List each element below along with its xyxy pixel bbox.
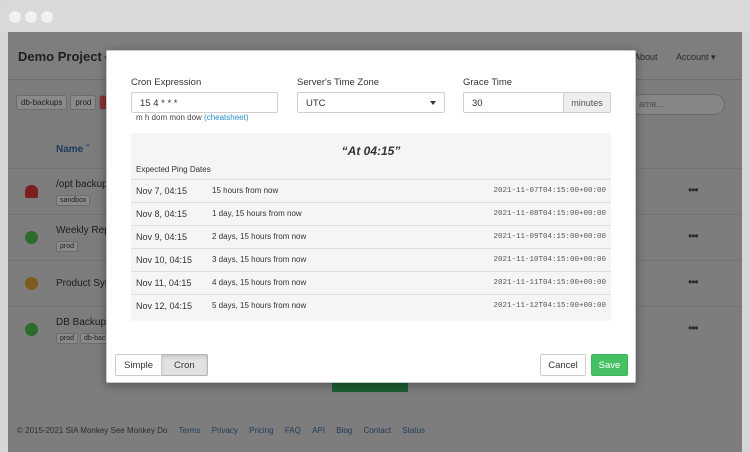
cron-hint: m h dom mon dow (cheatsheet) <box>136 113 249 122</box>
footer-copyright: © 2015-2021 SIA Monkey See Monkey Do <box>17 426 168 435</box>
ping-iso: 2021-11-09T04:15:00+00:00 <box>493 233 606 241</box>
caret-down-icon <box>430 101 436 105</box>
nav-about-link[interactable]: About <box>634 52 658 62</box>
ping-iso: 2021-11-08T04:15:00+00:00 <box>493 210 606 218</box>
more-options-icon[interactable]: ••• <box>688 183 699 197</box>
footer-link[interactable]: Pricing <box>249 426 273 435</box>
project-name: Demo Project <box>18 49 102 64</box>
window-minimize-dot[interactable] <box>25 11 37 23</box>
ping-date: Nov 12, 04:15 <box>136 301 193 311</box>
grace-time-input[interactable]: 30 <box>463 92 564 113</box>
footer: © 2015-2021 SIA Monkey See Monkey Do Ter… <box>17 426 425 435</box>
ping-row: Nov 10, 04:15 3 days, 15 hours from now … <box>131 248 611 271</box>
grace-unit-addon: minutes <box>563 92 611 113</box>
timezone-select[interactable]: UTC <box>297 92 445 113</box>
cron-field-order: m h dom mon dow <box>136 113 202 122</box>
footer-link[interactable]: Status <box>402 426 425 435</box>
ping-date: Nov 10, 04:15 <box>136 255 193 265</box>
save-button[interactable]: Save <box>591 354 628 376</box>
ping-row: Nov 9, 04:15 2 days, 15 hours from now 2… <box>131 225 611 248</box>
expected-ping-dates-label: Expected Ping Dates <box>136 165 211 174</box>
tag-filter[interactable]: prod <box>70 95 97 110</box>
check-name: /opt backups <box>56 179 113 190</box>
schedule-mode-toggle: Simple Cron <box>115 354 208 376</box>
more-options-icon[interactable]: ••• <box>688 275 699 289</box>
footer-link[interactable]: Contact <box>363 426 391 435</box>
check-name: DB Backups <box>56 317 112 328</box>
sort-arrow-icon: ˇ <box>86 144 90 155</box>
cron-mode-button[interactable]: Cron <box>162 354 208 376</box>
nav-account-label: Account <box>676 52 709 62</box>
check-tag: prod <box>56 333 79 344</box>
simple-mode-button[interactable]: Simple <box>115 354 163 376</box>
schedule-preview-panel: “At 04:15” Expected Ping Dates Nov 7, 04… <box>131 133 611 321</box>
window-maximize-dot[interactable] <box>41 11 53 23</box>
name-column-label: Name <box>56 144 84 155</box>
grace-time-label: Grace Time <box>463 77 513 88</box>
add-check-button[interactable] <box>332 382 408 392</box>
window-close-dot[interactable] <box>9 11 21 23</box>
footer-link[interactable]: API <box>312 426 325 435</box>
status-grace-icon <box>25 277 38 290</box>
project-dropdown[interactable]: Demo Project▾ <box>18 49 109 64</box>
tag-filter-bar: db-backups prod sa <box>16 95 114 110</box>
more-options-icon[interactable]: ••• <box>688 229 699 243</box>
ping-iso: 2021-11-11T04:15:00+00:00 <box>493 279 606 287</box>
ping-date: Nov 7, 04:15 <box>136 186 188 196</box>
cancel-button[interactable]: Cancel <box>540 354 586 376</box>
search-input[interactable]: ame... <box>630 94 725 115</box>
chevron-down-icon: ▾ <box>711 52 716 62</box>
human-readable-schedule: “At 04:15” <box>341 144 401 158</box>
ping-relative: 5 days, 15 hours from now <box>212 301 307 310</box>
more-options-icon[interactable]: ••• <box>688 321 699 335</box>
ping-iso: 2021-11-12T04:15:00+00:00 <box>493 302 606 310</box>
ping-row: Nov 11, 04:15 4 days, 15 hours from now … <box>131 271 611 294</box>
ping-relative: 4 days, 15 hours from now <box>212 278 307 287</box>
ping-row: Nov 12, 04:15 5 days, 15 hours from now … <box>131 294 611 317</box>
cron-expression-input[interactable]: 15 4 * * * <box>131 92 278 113</box>
ping-row: Nov 8, 04:15 1 day, 15 hours from now 20… <box>131 202 611 225</box>
schedule-modal: Cron Expression 15 4 * * * m h dom mon d… <box>106 50 636 383</box>
name-column-header[interactable]: Name ˇ <box>56 144 89 155</box>
ping-iso: 2021-11-07T04:15:00+00:00 <box>493 187 606 195</box>
ping-date: Nov 8, 04:15 <box>136 209 188 219</box>
status-up-icon <box>25 231 38 244</box>
alarm-bell-icon <box>25 185 38 198</box>
ping-relative: 3 days, 15 hours from now <box>212 255 307 264</box>
footer-link[interactable]: FAQ <box>285 426 301 435</box>
window-titlebar <box>0 0 750 32</box>
timezone-value: UTC <box>306 98 326 109</box>
footer-link[interactable]: Privacy <box>212 426 238 435</box>
status-up-icon <box>25 323 38 336</box>
cron-expression-label: Cron Expression <box>131 77 202 88</box>
ping-relative: 1 day, 15 hours from now <box>212 209 302 218</box>
footer-link[interactable]: Blog <box>336 426 352 435</box>
ping-relative: 2 days, 15 hours from now <box>212 232 307 241</box>
footer-link[interactable]: Terms <box>179 426 201 435</box>
timezone-label: Server's Time Zone <box>297 77 380 88</box>
nav-account-link[interactable]: Account ▾ <box>676 52 716 63</box>
tag-filter[interactable]: db-backups <box>16 95 68 110</box>
ping-row: Nov 7, 04:15 15 hours from now 2021-11-0… <box>131 179 611 202</box>
ping-relative: 15 hours from now <box>212 186 279 195</box>
cheatsheet-link[interactable]: (cheatsheet) <box>204 113 248 122</box>
ping-date: Nov 11, 04:15 <box>136 278 192 288</box>
ping-date: Nov 9, 04:15 <box>136 232 188 242</box>
check-tag: sandbox <box>56 195 91 206</box>
ping-iso: 2021-11-10T04:15:00+00:00 <box>493 256 606 264</box>
check-tag: prod <box>56 241 79 252</box>
